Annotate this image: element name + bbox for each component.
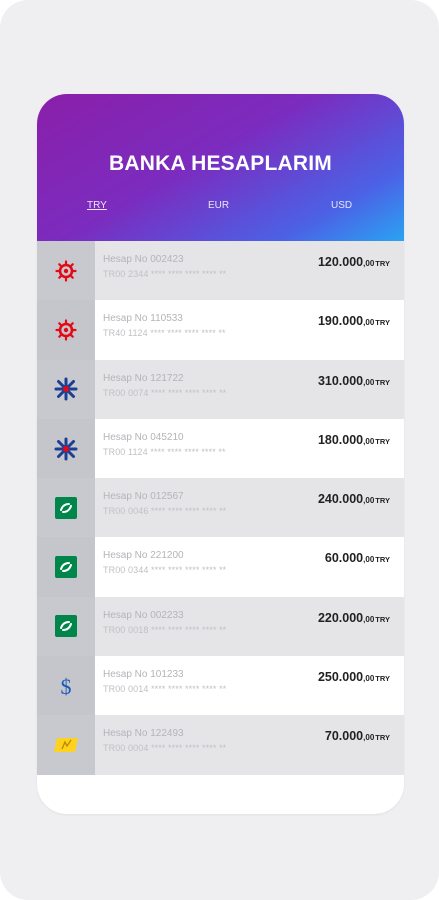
currency-code: TRY xyxy=(375,259,390,268)
dollar-bank-icon: $ xyxy=(56,673,76,699)
balance-decimal: ,00 xyxy=(363,614,375,624)
isbank-icon xyxy=(54,377,78,401)
account-number: Hesap No 045210 xyxy=(103,431,184,443)
account-row[interactable]: Hesap No 121722 TR00 0074 **** **** ****… xyxy=(37,359,404,419)
device-background: BANKA HESAPLARIM TRY EUR USD Hesap No 00… xyxy=(0,0,439,900)
balance: 310.000,00TRY xyxy=(318,374,390,388)
yapikredi-bank-icon xyxy=(53,737,79,753)
account-number: Hesap No 002233 xyxy=(103,609,184,621)
bank-logo-cell xyxy=(37,241,95,301)
bank-logo-cell xyxy=(37,418,95,479)
balance: 70.000,00TRY xyxy=(325,729,390,743)
iban: TR00 0018 **** **** **** **** ** xyxy=(103,624,227,635)
balance-integer: 240.000 xyxy=(317,492,364,507)
balance: 250.000,00TRY xyxy=(318,670,390,684)
balance-integer: 310.000 xyxy=(317,373,364,388)
balance-integer: 60.000 xyxy=(324,551,364,566)
balance-decimal: ,00 xyxy=(363,555,375,565)
account-number: Hesap No 221200 xyxy=(103,550,184,562)
garanti-bank-icon xyxy=(55,496,77,519)
balance-decimal: ,00 xyxy=(363,318,375,328)
currency-code: TRY xyxy=(375,496,390,506)
balance: 220.000,00TRY xyxy=(318,611,390,625)
bank-logo-cell xyxy=(37,715,95,775)
bank-logo-cell xyxy=(37,300,95,360)
balance-decimal: ,00 xyxy=(363,377,375,387)
iban: TR00 0014 **** **** **** **** ** xyxy=(103,684,227,695)
account-number: Hesap No 122493 xyxy=(103,728,184,740)
balance: 120.000,00TRY xyxy=(318,255,390,269)
account-row[interactable]: Hesap No 012567 TR00 0046 **** **** ****… xyxy=(37,478,404,538)
balance-decimal: ,00 xyxy=(363,733,375,743)
tab-usd[interactable]: USD xyxy=(331,200,352,211)
page-title: BANKA HESAPLARIM xyxy=(109,152,332,175)
currency-code: TRY xyxy=(375,674,390,684)
iban: TR00 0004 **** **** **** **** ** xyxy=(103,743,227,754)
balance-integer: 220.000 xyxy=(317,610,364,625)
iban: TR00 0046 **** **** **** **** ** xyxy=(103,506,227,517)
account-row[interactable]: Hesap No 110533 TR40 1124 **** **** ****… xyxy=(37,300,404,360)
account-row[interactable]: Hesap No 045210 TR00 1124 **** **** ****… xyxy=(37,418,404,479)
iban: TR00 2344 **** **** **** **** ** xyxy=(103,269,227,279)
bank-logo-cell xyxy=(37,596,95,657)
currency-code: TRY xyxy=(375,614,390,624)
garanti-bank-icon xyxy=(55,615,77,638)
currency-code: TRY xyxy=(375,318,390,328)
bank-logo-cell: $ xyxy=(37,656,95,716)
isbank-icon xyxy=(54,437,78,461)
currency-code: TRY xyxy=(375,733,390,743)
balance-integer: 250.000 xyxy=(317,670,364,685)
header: BANKA HESAPLARIM TRY EUR USD xyxy=(37,94,404,241)
iban: TR00 0344 **** **** **** **** ** xyxy=(103,565,227,576)
account-number: Hesap No 101233 xyxy=(103,669,184,681)
tab-eur[interactable]: EUR xyxy=(208,200,229,211)
iban: TR00 1124 **** **** **** **** ** xyxy=(103,446,226,457)
svg-text:$: $ xyxy=(61,674,72,699)
garanti-bank-icon xyxy=(55,556,77,579)
balance: 180.000,00TRY xyxy=(318,433,390,447)
currency-code: TRY xyxy=(375,436,390,446)
currency-code: TRY xyxy=(375,377,390,387)
balance: 60.000,00TRY xyxy=(325,551,390,565)
balance-integer: 180.000 xyxy=(317,432,364,447)
account-row[interactable]: Hesap No 122493 TR00 0004 **** **** ****… xyxy=(37,715,404,775)
balance-decimal: ,00 xyxy=(363,674,375,684)
account-row[interactable]: Hesap No 002233 TR00 0018 **** **** ****… xyxy=(37,596,404,657)
account-row[interactable]: $ Hesap No 101233 TR00 0014 **** **** **… xyxy=(37,656,404,716)
balance: 190.000,00TRY xyxy=(318,314,390,328)
balance-decimal: ,00 xyxy=(363,259,375,268)
currency-code: TRY xyxy=(375,555,390,565)
currency-tabs: TRY EUR USD xyxy=(37,200,404,222)
balance-decimal: ,00 xyxy=(363,436,375,446)
ziraat-bank-icon xyxy=(55,260,77,282)
balance: 240.000,00TRY xyxy=(318,492,390,506)
account-number: Hesap No 002423 xyxy=(103,254,184,265)
account-row[interactable]: Hesap No 221200 TR00 0344 **** **** ****… xyxy=(37,537,404,597)
account-number: Hesap No 012567 xyxy=(103,491,184,503)
account-number: Hesap No 110533 xyxy=(103,313,183,325)
bank-logo-cell xyxy=(37,478,95,538)
tab-try[interactable]: TRY xyxy=(87,200,107,211)
bank-logo-cell xyxy=(37,537,95,597)
bank-logo-cell xyxy=(37,359,95,419)
ziraat-bank-icon xyxy=(55,319,77,341)
account-list: Hesap No 002423 TR00 2344 **** **** ****… xyxy=(37,241,404,775)
account-number: Hesap No 121722 xyxy=(103,372,184,384)
balance-decimal: ,00 xyxy=(363,496,375,506)
iban: TR40 1124 **** **** **** **** ** xyxy=(103,328,226,339)
bank-accounts-card: BANKA HESAPLARIM TRY EUR USD Hesap No 00… xyxy=(37,94,404,814)
balance-integer: 70.000 xyxy=(324,729,364,744)
balance-integer: 190.000 xyxy=(317,314,364,329)
account-row[interactable]: Hesap No 002423 TR00 2344 **** **** ****… xyxy=(37,241,404,301)
balance-integer: 120.000 xyxy=(317,255,364,269)
iban: TR00 0074 **** **** **** **** ** xyxy=(103,387,227,398)
